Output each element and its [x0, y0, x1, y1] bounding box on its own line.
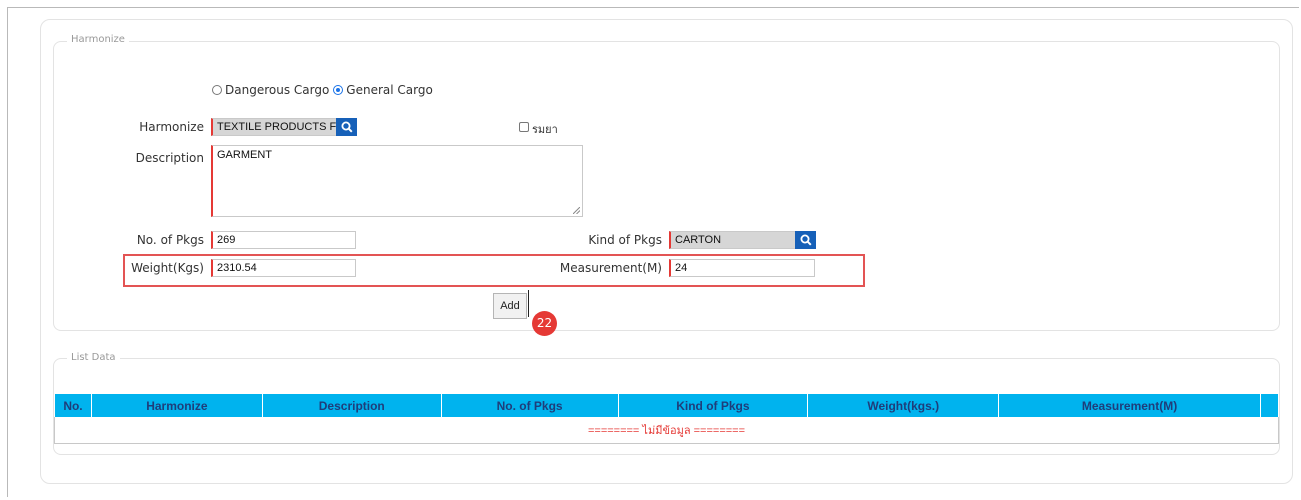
dangerous-cargo-radio[interactable] [212, 85, 222, 95]
harmonize-legend: Harmonize [67, 34, 129, 45]
no-of-pkgs-field[interactable]: 269 [211, 231, 356, 249]
measurement-field[interactable]: 24 [669, 259, 815, 277]
harmonize-search-button[interactable] [336, 118, 357, 136]
column-header-no[interactable]: No. [54, 394, 92, 417]
kind-of-pkgs-search-button[interactable] [795, 231, 816, 249]
column-header-description[interactable]: Description [261, 394, 442, 417]
medicine-checkbox[interactable] [519, 122, 529, 132]
column-header-harmonize[interactable]: Harmonize [90, 394, 263, 417]
table-header-row: No. Harmonize Description No. of Pkgs Ki… [54, 394, 1280, 417]
kind-of-pkgs-field[interactable]: CARTON [669, 231, 796, 249]
weight-field[interactable]: 2310.54 [211, 259, 356, 277]
no-of-pkgs-label: No. of Pkgs [136, 233, 204, 247]
description-text: GARMENT [217, 149, 272, 161]
list-data-table: No. Harmonize Description No. of Pkgs Ki… [54, 394, 1280, 444]
resize-handle-icon[interactable] [573, 207, 580, 214]
step-badge: 22 [532, 311, 557, 336]
text-cursor [528, 290, 529, 317]
column-header-kind-of-pkgs[interactable]: Kind of Pkgs [617, 394, 809, 417]
dangerous-cargo-label[interactable]: Dangerous Cargo [225, 83, 329, 97]
table-row: ======== ไม่มีข้อมูล ======== [54, 417, 1279, 444]
column-header-weight[interactable]: Weight(kgs.) [807, 394, 1000, 417]
description-textarea[interactable]: GARMENT [211, 145, 583, 217]
search-icon [800, 234, 812, 246]
measurement-label: Measurement(M) [559, 261, 662, 275]
harmonize-field[interactable]: TEXTILE PRODUCTS F [211, 118, 337, 136]
harmonize-label: Harmonize [139, 120, 204, 134]
general-cargo-label[interactable]: General Cargo [346, 83, 433, 97]
medicine-checkbox-label: รมยา [532, 123, 558, 136]
general-cargo-radio[interactable] [333, 85, 344, 95]
add-button[interactable]: Add [493, 293, 527, 319]
column-header-measurement[interactable]: Measurement(M) [998, 394, 1261, 417]
description-label: Description [135, 151, 204, 165]
weight-label: Weight(Kgs) [131, 261, 204, 275]
list-data-legend: List Data [67, 352, 120, 363]
column-header-no-of-pkgs[interactable]: No. of Pkgs [440, 394, 619, 417]
empty-message: ======== ไม่มีข้อมูล ======== [54, 417, 1279, 444]
cargo-type-group: Dangerous Cargo General Cargo [212, 83, 433, 97]
search-icon [341, 121, 353, 133]
column-header-spacer [1259, 394, 1280, 417]
kind-of-pkgs-label: Kind of Pkgs [588, 233, 662, 247]
